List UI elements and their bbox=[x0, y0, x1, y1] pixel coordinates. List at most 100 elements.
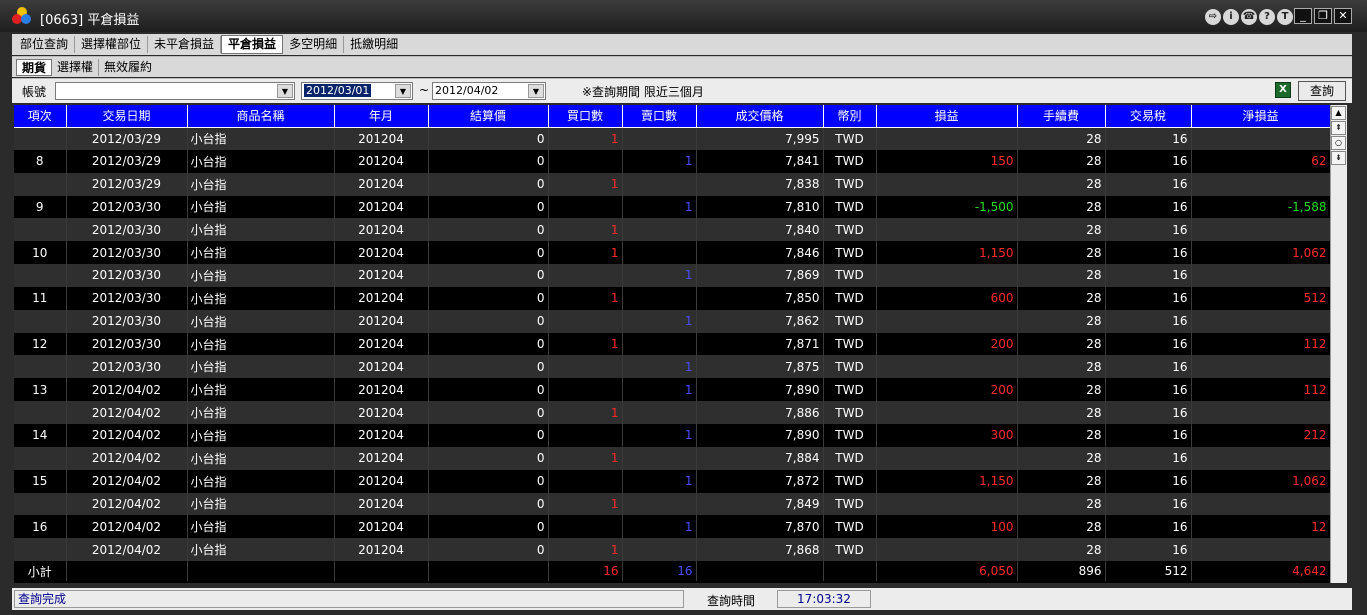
scroll-thumb-icon[interactable]: ○ bbox=[1331, 136, 1346, 150]
table-row[interactable]: 11 2012/03/30 小台指 201204 0 1 7,850 TWD 600 28 16 51… bbox=[14, 286, 1330, 310]
cell-buy-qty: 1 bbox=[548, 241, 623, 265]
column-header-buy-qty[interactable]: 買口數 bbox=[548, 105, 623, 128]
cell-trade-date: 2012/04/02 bbox=[66, 515, 188, 539]
vertical-scrollbar[interactable]: ▲ ⇞ ○ ⇟ bbox=[1330, 105, 1347, 583]
cell-sell-qty bbox=[622, 446, 697, 470]
cell-buy-qty bbox=[548, 469, 623, 493]
app-logo-icon bbox=[12, 7, 32, 25]
subtotal-trade-price bbox=[696, 561, 824, 582]
cell-profit-loss: 600 bbox=[876, 286, 1018, 310]
cell-sell-qty: 1 bbox=[622, 469, 697, 493]
chevron-down-icon[interactable]: ▼ bbox=[395, 84, 411, 98]
tab-collateral-detail[interactable]: 抵繳明細 bbox=[344, 36, 404, 53]
chevron-down-icon[interactable]: ▼ bbox=[277, 84, 293, 98]
table-row[interactable]: 9 2012/03/30 小台指 201204 0 1 7,810 TWD -1,500 28 16… bbox=[14, 195, 1330, 219]
table-row[interactable]: 2012/04/02 小台指 201204 0 1 7,868 TWD 28 16 bbox=[14, 538, 1330, 562]
cell-product-name: 小台指 bbox=[187, 218, 335, 242]
table-row[interactable]: 2012/03/30 小台指 201204 0 1 7,875 TWD 28 16 bbox=[14, 355, 1330, 379]
column-header-contract-month[interactable]: 年月 bbox=[334, 105, 429, 128]
tab-unrealized-pl[interactable]: 未平倉損益 bbox=[148, 36, 222, 53]
tab-long-short-detail[interactable]: 多空明細 bbox=[283, 36, 345, 53]
cell-profit-loss: -1,500 bbox=[876, 195, 1018, 219]
column-header-currency[interactable]: 幣別 bbox=[823, 105, 877, 128]
cell-trade-price: 7,862 bbox=[696, 309, 824, 333]
cell-sell-qty: 1 bbox=[622, 378, 697, 402]
cell-profit-loss bbox=[876, 538, 1018, 562]
cell-commission: 28 bbox=[1017, 172, 1106, 196]
cell-trade-tax: 16 bbox=[1105, 264, 1192, 287]
cell-currency: TWD bbox=[823, 515, 877, 539]
cell-commission: 28 bbox=[1017, 492, 1106, 516]
date-from-picker[interactable]: 2012/03/01 ▼ bbox=[301, 82, 413, 100]
cell-settle-price: 0 bbox=[428, 515, 549, 539]
column-header-profit-loss[interactable]: 損益 bbox=[876, 105, 1018, 128]
scroll-top-icon[interactable]: ▲ bbox=[1331, 106, 1346, 120]
table-row[interactable]: 16 2012/04/02 小台指 201204 0 1 7,870 TWD 100 28 16 12 bbox=[14, 515, 1330, 539]
subtab-invalid-exercise[interactable]: 無效履約 bbox=[99, 59, 157, 76]
cell-product-name: 小台指 bbox=[187, 286, 335, 310]
help-icon[interactable]: ? bbox=[1259, 9, 1275, 25]
tab-realized-pl[interactable]: 平倉損益 bbox=[221, 35, 284, 54]
column-header-sell-qty[interactable]: 賣口數 bbox=[622, 105, 697, 128]
date-from-value: 2012/03/01 bbox=[304, 84, 372, 97]
cell-product-name: 小台指 bbox=[187, 149, 335, 173]
table-header: 項次 交易日期 商品名稱 年月 結算價 買口數 賣口數 成交價格 幣別 損益 手續費 交易稅 淨損益 bbox=[14, 105, 1330, 128]
table-row[interactable]: 2012/04/02 小台指 201204 0 1 7,884 TWD 28 16 bbox=[14, 446, 1330, 470]
table-row[interactable]: 2012/03/30 小台指 201204 0 1 7,862 TWD 28 16 bbox=[14, 309, 1330, 333]
scroll-page-down-icon[interactable]: ⇟ bbox=[1331, 151, 1346, 165]
cell-profit-loss bbox=[876, 127, 1018, 150]
subtab-futures[interactable]: 期貨 bbox=[16, 58, 53, 76]
date-to-picker[interactable]: 2012/04/02 ▼ bbox=[432, 82, 546, 100]
table-row[interactable]: 8 2012/03/29 小台指 201204 0 1 7,841 TWD 150 28 16 62 bbox=[14, 149, 1330, 173]
column-header-product-name[interactable]: 商品名稱 bbox=[187, 105, 335, 128]
subtab-options[interactable]: 選擇權 bbox=[52, 58, 100, 76]
info-icon[interactable]: i bbox=[1223, 9, 1239, 25]
cell-trade-price: 7,869 bbox=[696, 264, 824, 287]
column-header-commission[interactable]: 手續費 bbox=[1017, 105, 1106, 128]
table-row[interactable]: 12 2012/03/30 小台指 201204 0 1 7,871 TWD 200 28 16 11… bbox=[14, 332, 1330, 356]
scroll-page-up-icon[interactable]: ⇞ bbox=[1331, 121, 1346, 135]
cell-contract-month: 201204 bbox=[334, 401, 429, 424]
cell-product-name: 小台指 bbox=[187, 332, 335, 356]
cell-currency: TWD bbox=[823, 195, 877, 219]
column-header-net-profit-loss[interactable]: 淨損益 bbox=[1191, 105, 1330, 128]
column-header-trade-price[interactable]: 成交價格 bbox=[696, 105, 824, 128]
table-row[interactable]: 14 2012/04/02 小台指 201204 0 1 7,890 TWD 300 28 16 21… bbox=[14, 423, 1330, 447]
column-header-settle-price[interactable]: 結算價 bbox=[428, 105, 549, 128]
t-icon[interactable]: T bbox=[1277, 9, 1293, 25]
table-row[interactable]: 2012/03/30 小台指 201204 0 1 7,840 TWD 28 16 bbox=[14, 218, 1330, 242]
phone-icon[interactable]: ☎ bbox=[1241, 9, 1257, 25]
chevron-down-icon[interactable]: ▼ bbox=[528, 84, 544, 98]
table-row[interactable]: 2012/03/29 小台指 201204 0 1 7,995 TWD 28 16 bbox=[14, 127, 1330, 150]
cell-trade-tax: 16 bbox=[1105, 423, 1192, 447]
table-row[interactable]: 13 2012/04/02 小台指 201204 0 1 7,890 TWD 200 28 16 11… bbox=[14, 378, 1330, 402]
column-header-trade-tax[interactable]: 交易稅 bbox=[1105, 105, 1192, 128]
cell-profit-loss bbox=[876, 264, 1018, 287]
cell-settle-price: 0 bbox=[428, 492, 549, 516]
table-row[interactable]: 2012/04/02 小台指 201204 0 1 7,849 TWD 28 16 bbox=[14, 492, 1330, 516]
table-row[interactable]: 2012/03/29 小台指 201204 0 1 7,838 TWD 28 16 bbox=[14, 172, 1330, 196]
close-icon[interactable]: ✕ bbox=[1334, 8, 1352, 24]
exit-icon[interactable]: ⇨ bbox=[1205, 9, 1221, 25]
cell-item-no: 10 bbox=[14, 241, 67, 265]
cell-product-name: 小台指 bbox=[187, 469, 335, 493]
table-row[interactable]: 10 2012/03/30 小台指 201204 0 1 7,846 TWD 1,150 28 16… bbox=[14, 241, 1330, 265]
minimize-icon[interactable]: _ bbox=[1294, 8, 1312, 24]
cell-trade-date: 2012/03/30 bbox=[66, 355, 188, 379]
column-header-trade-date[interactable]: 交易日期 bbox=[66, 105, 188, 128]
cell-settle-price: 0 bbox=[428, 469, 549, 493]
table-row[interactable]: 2012/04/02 小台指 201204 0 1 7,886 TWD 28 16 bbox=[14, 401, 1330, 424]
table-row[interactable]: 2012/03/30 小台指 201204 0 1 7,869 TWD 28 16 bbox=[14, 264, 1330, 287]
table-row[interactable]: 15 2012/04/02 小台指 201204 0 1 7,872 TWD 1,150 28 16… bbox=[14, 469, 1330, 493]
column-header-item-no[interactable]: 項次 bbox=[14, 105, 67, 128]
query-button[interactable]: 查詢 bbox=[1298, 81, 1346, 101]
cell-net-profit-loss bbox=[1191, 264, 1330, 287]
cell-currency: TWD bbox=[823, 446, 877, 470]
tab-position-query[interactable]: 部位查詢 bbox=[14, 36, 76, 53]
cell-sell-qty bbox=[622, 286, 697, 310]
restore-icon[interactable]: ❐ bbox=[1314, 8, 1332, 24]
excel-export-icon[interactable]: X bbox=[1275, 82, 1291, 98]
tab-option-position[interactable]: 選擇權部位 bbox=[75, 36, 149, 53]
account-select[interactable]: ▼ bbox=[55, 82, 295, 100]
cell-item-no bbox=[14, 492, 67, 516]
